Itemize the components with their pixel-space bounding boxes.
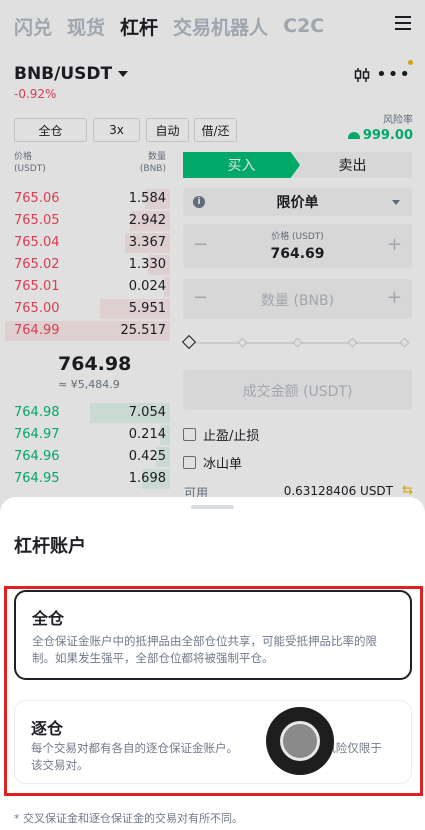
footnote: * 交叉保证金和逐仓保证金的交易对有所不同。 bbox=[14, 812, 243, 825]
sheet-title: 杠杆账户 bbox=[14, 536, 86, 557]
highlight-box bbox=[4, 586, 423, 796]
sheet-grabber[interactable] bbox=[191, 505, 234, 509]
touch-indicator bbox=[266, 707, 334, 775]
margin-account-sheet: 杠杆账户 全仓 全仓保证金账户中的抵押品由全部仓位共享，可能受抵押品比率的限制。… bbox=[0, 497, 425, 830]
